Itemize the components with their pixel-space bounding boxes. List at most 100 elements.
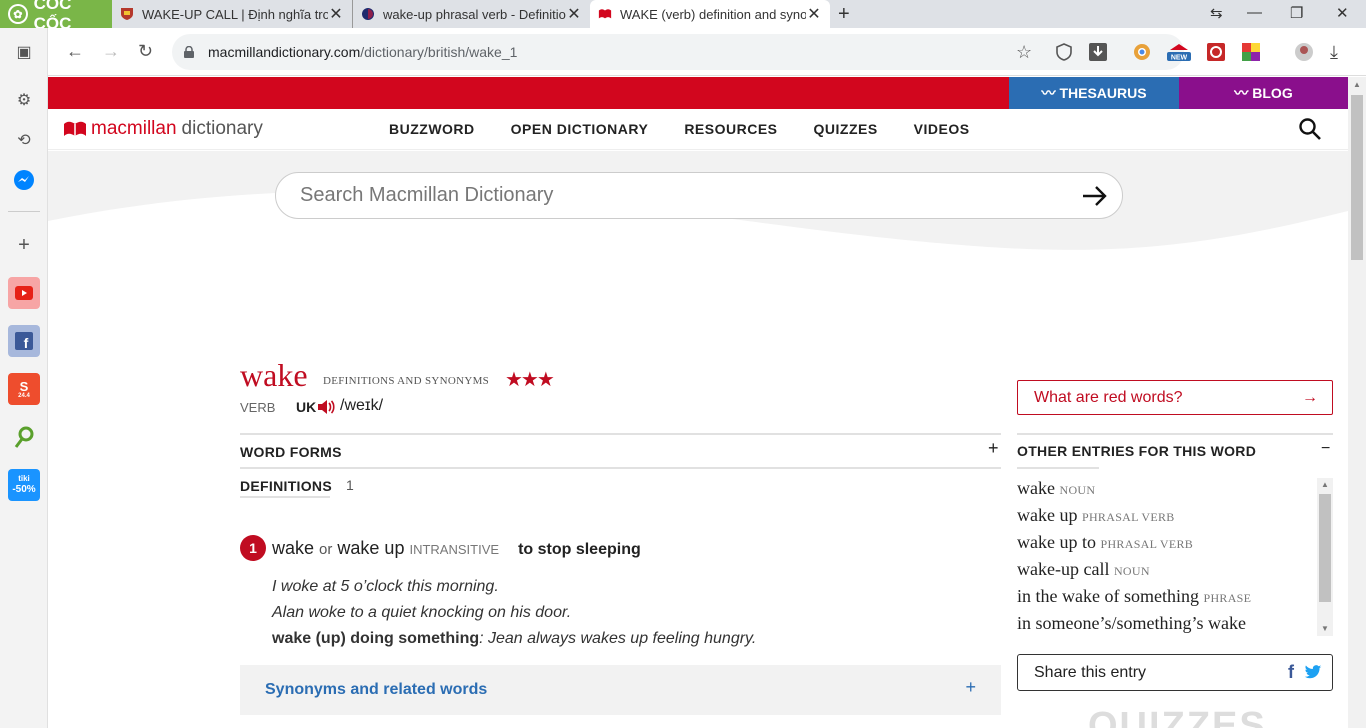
scroll-thumb[interactable] (1319, 494, 1331, 602)
tab-title: wake-up phrasal verb - Definition (383, 6, 566, 22)
app-leaf-icon[interactable] (8, 421, 40, 453)
profile-avatar-icon[interactable] (1294, 42, 1314, 62)
thesaurus-link[interactable]: 〰 THESAURUS (1009, 77, 1179, 109)
frequency-stars: ★★★ (505, 369, 555, 391)
maximize-button[interactable]: ❐ (1290, 4, 1303, 22)
grammar-label: INTRANSITIVE (409, 542, 500, 557)
entry-tag: PHRASAL VERB (1100, 537, 1194, 551)
svg-text:NEW: NEW (1171, 55, 1188, 62)
definitions-label: DEFINITIONS (240, 478, 332, 494)
youtube-icon[interactable] (8, 277, 40, 309)
nav-quizzes[interactable]: QUIZZES (814, 121, 878, 137)
browser-sidebar: ▣ ⚙ ⟲ + f S 24.4 tiki -50% (0, 28, 48, 728)
main-navigation: macmillan dictionary BUZZWORD OPEN DICTI… (48, 109, 1348, 150)
restore-tabs-icon[interactable]: ⇆ (1210, 4, 1223, 22)
close-window-button[interactable]: ✕ (1336, 4, 1349, 22)
page-scrollbar[interactable]: ▲ (1348, 77, 1366, 728)
search-placeholder: Search Macmillan Dictionary (300, 184, 554, 206)
lock-icon (184, 46, 194, 58)
extension-red-icon[interactable] (1206, 42, 1226, 62)
browser-tab-bar: ✿ CỐC CỐC WAKE-UP CALL | Định nghĩa tron… (0, 0, 1366, 33)
entry-link[interactable]: wake up to (1017, 532, 1096, 552)
expand-plus-icon[interactable]: + (988, 438, 999, 459)
shopee-icon[interactable]: S 24.4 (8, 373, 40, 405)
pattern-example: wake (up) doing something: Jean always w… (272, 630, 756, 648)
other-entries-list: wake NOUN wake up PHRASAL VERB wake up t… (1017, 478, 1333, 636)
entry-link[interactable]: in someone’s/something’s wake (1017, 613, 1246, 633)
list-item[interactable]: in someone’s/something’s wake (1017, 613, 1333, 636)
definitions-count: 1 (346, 477, 354, 493)
entry-link[interactable]: wake up (1017, 505, 1077, 525)
new-tab-button[interactable]: + (838, 3, 850, 26)
synonyms-accordion[interactable]: Synonyms and related words + (240, 665, 1001, 715)
list-item[interactable]: in the wake of something PHRASE (1017, 586, 1333, 613)
forward-button[interactable]: → (102, 41, 120, 62)
minimize-button[interactable]: — (1247, 4, 1262, 21)
bookmark-star-icon[interactable]: ☆ (1016, 42, 1036, 62)
sense-word-alt: wake up (337, 538, 405, 558)
definition-text: to stop sleeping (518, 541, 641, 558)
macmillan-logo[interactable]: macmillan dictionary (63, 118, 263, 140)
download-box-icon[interactable] (1088, 42, 1108, 62)
tab-underline (1017, 467, 1099, 469)
browser-toolbar: ← → ↻ macmillandictionary.com/dictionary… (48, 28, 1366, 76)
extension-chrome-icon[interactable] (1132, 42, 1152, 62)
browser-menu-button[interactable]: ✿ CỐC CỐC (0, 0, 112, 33)
red-words-button[interactable]: What are red words? → (1017, 380, 1333, 415)
dictionary-search-input[interactable]: Search Macmillan Dictionary (275, 172, 1123, 219)
nav-videos[interactable]: VIDEOS (914, 121, 970, 137)
list-item[interactable]: wake up to PHRASAL VERB (1017, 532, 1333, 559)
share-label: Share this entry (1034, 663, 1147, 681)
facebook-icon[interactable]: f (8, 325, 40, 357)
speaker-icon[interactable] (316, 398, 336, 416)
scroll-up-icon[interactable]: ▲ (1321, 480, 1329, 489)
shield-icon[interactable] (1054, 42, 1074, 62)
messenger-icon[interactable] (8, 164, 40, 196)
divider (240, 467, 1001, 469)
settings-icon[interactable]: ⚙ (8, 84, 40, 116)
entry-link[interactable]: wake (1017, 478, 1055, 498)
scroll-thumb[interactable] (1351, 95, 1363, 260)
nav-buzzword[interactable]: BUZZWORD (389, 121, 475, 137)
tab-underline (240, 496, 330, 498)
arrow-right-icon[interactable] (1080, 181, 1110, 211)
collapse-minus-icon[interactable]: − (1321, 440, 1330, 458)
list-item[interactable]: wake up PHRASAL VERB (1017, 505, 1333, 532)
pronunciation: /weɪk/ (340, 397, 384, 414)
entry-link[interactable]: in the wake of something (1017, 586, 1199, 606)
tab-title: WAKE (verb) definition and synonyms (620, 6, 806, 22)
word-forms-label[interactable]: WORD FORMS (240, 444, 342, 460)
list-item[interactable]: wake NOUN (1017, 478, 1333, 505)
entry-link[interactable]: wake-up call (1017, 559, 1109, 579)
downloads-icon[interactable]: ⤓ (1330, 42, 1350, 62)
facebook-share-icon[interactable]: f (1288, 662, 1294, 683)
entry-tag: NOUN (1059, 483, 1096, 497)
back-button[interactable]: ← (66, 41, 84, 62)
tab-wake-verb-active[interactable]: WAKE (verb) definition and synonyms ✕ (590, 0, 830, 28)
extension-color-grid-icon[interactable] (1241, 42, 1261, 62)
tab-wake-up-phrasal[interactable]: wake-up phrasal verb - Definition ✕ (352, 0, 590, 28)
reload-button[interactable]: ↻ (138, 41, 153, 62)
entry-tag: PHRASE (1203, 591, 1252, 605)
add-app-icon[interactable]: + (8, 229, 40, 261)
nav-open-dictionary[interactable]: OPEN DICTIONARY (511, 121, 649, 137)
quizzes-heading: QUIZZES (1088, 705, 1267, 728)
nav-resources[interactable]: RESOURCES (684, 121, 777, 137)
toggle-panel-icon[interactable]: ▣ (8, 36, 40, 68)
scroll-down-icon[interactable]: ▼ (1321, 624, 1329, 633)
scroll-up-icon[interactable]: ▲ (1353, 80, 1361, 89)
twitter-share-icon[interactable] (1304, 663, 1322, 681)
close-tab-icon[interactable]: ✕ (566, 4, 582, 24)
other-entries-scrollbar[interactable]: ▲ ▼ (1317, 478, 1333, 636)
extension-new-icon[interactable]: NEW (1166, 42, 1192, 62)
close-tab-icon[interactable]: ✕ (806, 4, 822, 24)
logo-brand-text: macmillan (91, 118, 177, 139)
search-icon[interactable] (1298, 117, 1322, 141)
blog-link[interactable]: 〰 BLOG (1179, 77, 1348, 109)
list-item[interactable]: wake-up call NOUN (1017, 559, 1333, 586)
tiki-icon[interactable]: tiki -50% (8, 469, 40, 501)
history-icon[interactable]: ⟲ (8, 124, 40, 156)
close-tab-icon[interactable]: ✕ (328, 4, 344, 24)
logo-dictionary-text: dictionary (181, 118, 263, 139)
tab-wake-up-call[interactable]: WAKE-UP CALL | Định nghĩa trong Từ điển … (112, 0, 352, 28)
